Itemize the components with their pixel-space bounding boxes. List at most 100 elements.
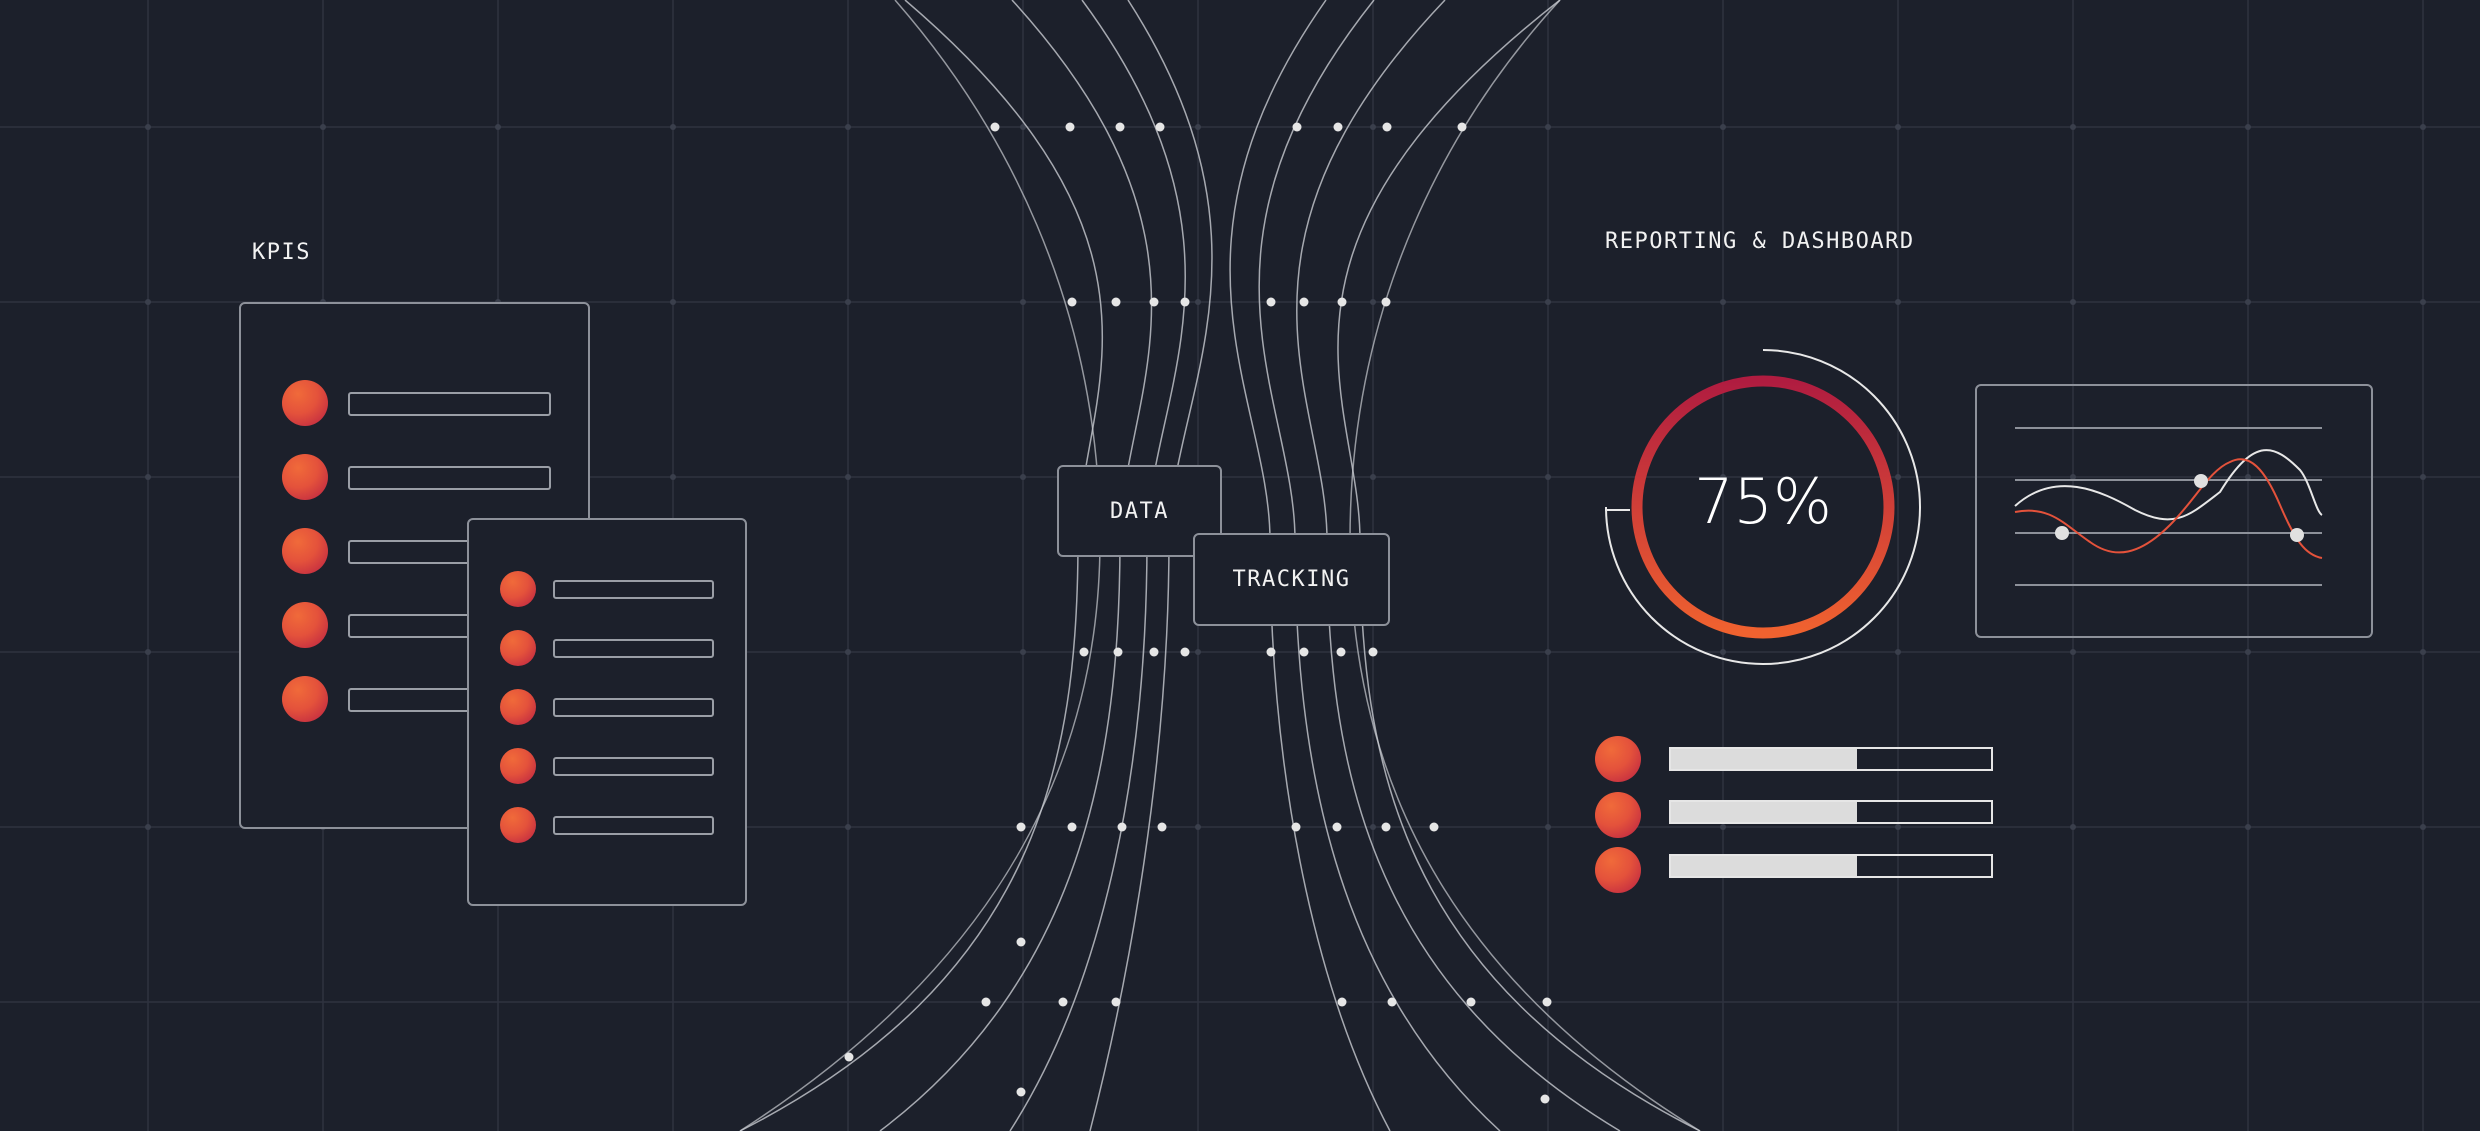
grid-node [1720, 124, 1726, 130]
list-item [241, 454, 588, 500]
grid-node [2245, 124, 2251, 130]
grid-node [1895, 824, 1901, 830]
grid-node [1195, 824, 1201, 830]
grid-node [670, 474, 676, 480]
flow-line [739, 0, 1104, 1131]
flow-dot [1429, 822, 1439, 832]
grid-node [1020, 299, 1026, 305]
grid-node [1195, 124, 1201, 130]
grid-node [1370, 824, 1376, 830]
grid-node [1020, 474, 1026, 480]
progress-bar [1669, 854, 1993, 878]
line-chart-panel [1975, 384, 2373, 638]
flow-dot [1111, 997, 1121, 1007]
status-dot [282, 676, 328, 722]
status-dot [282, 602, 328, 648]
grid-node [670, 124, 676, 130]
flow-dot [844, 1052, 854, 1062]
kpi-card-front [467, 518, 747, 906]
grid-node [2245, 299, 2251, 305]
flow-dot [1157, 822, 1167, 832]
flow-dot [1457, 122, 1467, 132]
grid-node [2070, 299, 2076, 305]
flow-dot [1149, 297, 1159, 307]
grid-node [2420, 124, 2426, 130]
grid-node [1895, 299, 1901, 305]
list-item [469, 748, 745, 784]
status-dot [282, 380, 328, 426]
flow-dot [1016, 822, 1026, 832]
placeholder-bar [553, 639, 714, 658]
flow-dot [1332, 822, 1342, 832]
list-item [469, 689, 745, 725]
flow-dot [1113, 647, 1123, 657]
flow-dot [1337, 997, 1347, 1007]
flow-dot [1016, 937, 1026, 947]
flow-dot [1067, 822, 1077, 832]
grid-node [2420, 474, 2426, 480]
grid-node [320, 124, 326, 130]
flow-dot [990, 122, 1000, 132]
grid-node [1720, 299, 1726, 305]
grid-node [2245, 649, 2251, 655]
flow-dot [1337, 297, 1347, 307]
grid-node [1895, 649, 1901, 655]
status-dot [282, 528, 328, 574]
placeholder-bar [348, 466, 551, 490]
placeholder-bar [553, 816, 714, 835]
flow-dot [1292, 122, 1302, 132]
flow-line [879, 0, 1153, 1131]
flow-dot [1180, 647, 1190, 657]
line-chart-point [2194, 474, 2208, 488]
placeholder-bar [553, 698, 714, 717]
flow-dot [1115, 122, 1125, 132]
flow-dot [1542, 997, 1552, 1007]
grid-node [2420, 299, 2426, 305]
grid-node [495, 124, 501, 130]
flow-dot [1067, 297, 1077, 307]
line-chart-series-white [2014, 449, 2323, 521]
grid-node [1545, 124, 1551, 130]
grid-node [1370, 299, 1376, 305]
status-dot [1595, 847, 1641, 893]
list-item [469, 807, 745, 843]
grid-node [1020, 649, 1026, 655]
flow-line [1009, 0, 1186, 1131]
grid-node [1895, 124, 1901, 130]
line-chart-point [2055, 526, 2069, 540]
progress-bar-fill [1671, 802, 1857, 822]
grid-node [845, 824, 851, 830]
flow-dot [1266, 297, 1276, 307]
flow-dot [1540, 1094, 1550, 1104]
flow-dot [1381, 297, 1391, 307]
grid-node [2420, 824, 2426, 830]
progress-bar-fill [1671, 749, 1857, 769]
line-chart-point [2290, 528, 2304, 542]
grid-node [145, 474, 151, 480]
grid-node [2245, 824, 2251, 830]
flow-dot [1155, 122, 1165, 132]
flow-dot [1333, 122, 1343, 132]
grid-node [2070, 124, 2076, 130]
grid-node [670, 299, 676, 305]
status-dot [1595, 736, 1641, 782]
flow-dot [1079, 647, 1089, 657]
grid-node [1720, 649, 1726, 655]
list-item [241, 380, 588, 426]
flow-dot [981, 997, 991, 1007]
grid-node [1720, 824, 1726, 830]
grid-node [845, 124, 851, 130]
flow-dot [1291, 822, 1301, 832]
flow-dot [1299, 297, 1309, 307]
list-item [469, 630, 745, 666]
placeholder-bar [553, 757, 714, 776]
donut-percentage: 75% [1694, 465, 1832, 538]
list-item [469, 571, 745, 607]
placeholder-bar [348, 392, 551, 416]
grid-node [1545, 299, 1551, 305]
status-dot [282, 454, 328, 500]
grid-node [1895, 474, 1901, 480]
flow-dot [1336, 647, 1346, 657]
grid-node [145, 824, 151, 830]
flow-dot [1299, 647, 1309, 657]
